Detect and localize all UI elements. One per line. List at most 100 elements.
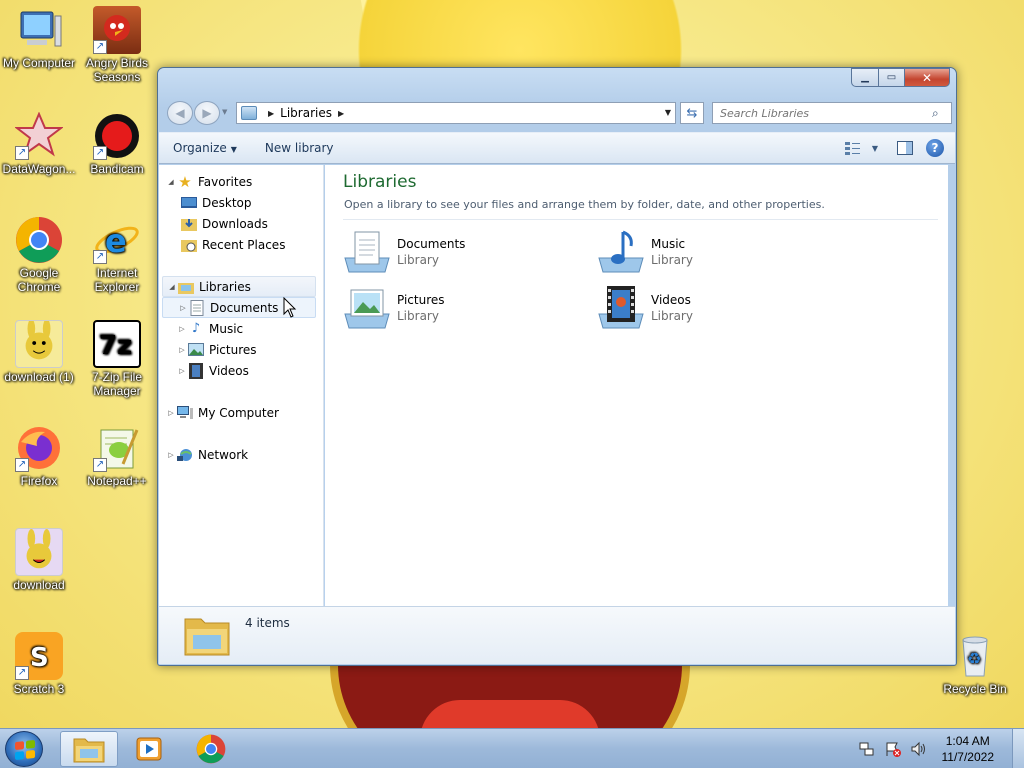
expand-arrow-icon[interactable]: ▷	[176, 346, 188, 354]
svg-text:7z: 7z	[99, 331, 132, 361]
volume-icon[interactable]	[911, 741, 927, 757]
action-center-flag-icon[interactable]	[885, 741, 901, 757]
desktop-icon-download-1[interactable]: download (1)	[0, 319, 78, 384]
refresh-button[interactable]: ⇆	[680, 102, 704, 124]
expand-arrow-icon[interactable]: ▷	[177, 304, 189, 312]
taskbar-explorer-button[interactable]	[60, 731, 118, 767]
desktop-icon-notepadpp[interactable]: ↗ Notepad++	[78, 424, 156, 488]
library-pictures[interactable]: Pictures Library	[343, 283, 573, 333]
tree-item-videos[interactable]: ▷ Videos	[162, 360, 316, 381]
maximize-button[interactable]: ▭	[879, 68, 905, 87]
chrome-icon	[196, 734, 226, 764]
angry-birds-icon: ↗	[93, 6, 141, 54]
tree-item-my-computer[interactable]: ▷ My Computer	[159, 402, 319, 423]
back-arrow-icon: ◀	[175, 106, 185, 120]
shortcut-arrow-icon: ↗	[15, 666, 29, 680]
taskbar: 1:04 AM 11/7/2022	[0, 728, 1024, 768]
show-desktop-button[interactable]	[1012, 729, 1024, 768]
desktop-icon-7zip[interactable]: 7z 7-Zip File Manager	[78, 320, 156, 398]
desktop-icon-bandicam[interactable]: ↗ Bandicam	[78, 112, 156, 176]
desktop-icon-my-computer[interactable]: My Computer	[0, 6, 78, 70]
collapse-arrow-icon[interactable]: ◢	[165, 178, 177, 186]
documents-library-icon	[343, 228, 391, 276]
library-music[interactable]: Music Library	[597, 227, 827, 277]
change-view-button[interactable]	[843, 139, 863, 157]
tree-item-desktop[interactable]: Desktop	[181, 192, 319, 213]
recent-pages-dropdown[interactable]: ▼	[222, 108, 230, 116]
libraries-icon	[241, 106, 257, 120]
address-dropdown-icon[interactable]: ▼	[665, 108, 671, 117]
desktop-icon-internet-explorer[interactable]: e ↗ Internet Explorer	[78, 216, 156, 294]
image-file-icon	[15, 528, 63, 576]
desktop-icon-download[interactable]: download	[0, 528, 78, 592]
desktop-icon-scratch[interactable]: S ↗ Scratch 3	[0, 632, 78, 696]
svg-text:e: e	[105, 222, 127, 260]
datawagon-icon: ↗	[14, 111, 64, 160]
search-box[interactable]: ⌕	[712, 102, 952, 124]
desktop-icon-datawagon[interactable]: ↗ DataWagon...	[0, 111, 78, 176]
tree-item-music[interactable]: ▷ ♪ Music	[162, 318, 316, 339]
explorer-window: ▁ ▭ ✕ ◀ ▶ ▼ ▶ Libraries ▶ ▼ ⇆ ⌕ Organize…	[157, 67, 957, 666]
explorer-icon	[73, 738, 105, 763]
libraries-icon	[178, 279, 194, 295]
svg-text:S: S	[30, 643, 49, 673]
new-library-button[interactable]: New library	[251, 141, 348, 155]
svg-text:♻: ♻	[967, 649, 981, 668]
address-bar[interactable]: ▶ Libraries ▶ ▼	[236, 102, 676, 124]
taskbar-chrome-button[interactable]	[182, 731, 240, 767]
videos-library-icon	[597, 284, 645, 332]
taskbar-media-player-button[interactable]	[120, 731, 178, 767]
expand-arrow-icon[interactable]: ▷	[176, 367, 188, 375]
collapse-arrow-icon[interactable]: ◢	[166, 283, 178, 291]
tree-item-network[interactable]: ▷ Network	[159, 444, 319, 465]
breadcrumb-chevron-icon[interactable]: ▶	[268, 109, 274, 118]
breadcrumb-chevron-icon[interactable]: ▶	[338, 109, 344, 118]
tree-item-favorites[interactable]: ◢ ★ Favorites	[159, 171, 319, 192]
back-button[interactable]: ◀	[167, 101, 193, 125]
music-icon: ♪	[191, 321, 201, 336]
firefox-icon: ↗	[15, 424, 63, 472]
view-options-dropdown-icon[interactable]: ▼	[865, 139, 885, 157]
videos-icon	[188, 362, 204, 379]
media-player-icon	[136, 737, 162, 761]
caption-buttons: ▁ ▭ ✕	[851, 68, 950, 87]
start-button[interactable]	[5, 731, 43, 767]
music-library-icon	[597, 228, 645, 276]
search-icon[interactable]: ⌕	[932, 106, 946, 120]
desktop-icon-chrome[interactable]: Google Chrome	[0, 216, 78, 294]
forward-arrow-icon: ▶	[202, 106, 212, 120]
pictures-icon	[188, 342, 204, 358]
clock[interactable]: 1:04 AM 11/7/2022	[942, 733, 995, 765]
network-status-icon[interactable]	[859, 741, 875, 757]
pictures-library-icon	[343, 284, 391, 332]
chrome-icon	[15, 216, 63, 264]
desktop-icon-angry-birds[interactable]: ↗ Angry Birds Seasons	[78, 6, 156, 84]
library-videos[interactable]: Videos Library	[597, 283, 827, 333]
page-title: Libraries	[343, 172, 417, 192]
desktop-icon-firefox[interactable]: ↗ Firefox	[0, 424, 78, 488]
library-documents[interactable]: Documents Library	[343, 227, 573, 277]
expand-arrow-icon[interactable]: ▷	[176, 325, 188, 333]
network-icon	[177, 447, 193, 463]
minimize-button[interactable]: ▁	[851, 68, 879, 87]
item-count: 4 items	[245, 616, 290, 630]
preview-pane-icon	[897, 141, 913, 155]
organize-button[interactable]: Organize ▼	[159, 141, 251, 155]
help-button[interactable]: ?	[925, 139, 945, 157]
system-tray: 1:04 AM 11/7/2022	[854, 729, 1024, 768]
computer-icon	[15, 6, 63, 54]
tree-item-pictures[interactable]: ▷ Pictures	[162, 339, 316, 360]
chevron-down-icon: ▼	[230, 145, 237, 154]
tree-item-downloads[interactable]: Downloads	[181, 213, 319, 234]
tree-item-recent-places[interactable]: Recent Places	[181, 234, 319, 255]
search-input[interactable]	[713, 103, 923, 123]
breadcrumb-libraries[interactable]: Libraries	[280, 106, 332, 120]
expand-arrow-icon[interactable]: ▷	[165, 409, 177, 417]
tree-item-libraries[interactable]: ◢ Libraries	[162, 276, 316, 297]
expand-arrow-icon[interactable]: ▷	[165, 451, 177, 459]
ie-icon: e ↗	[93, 216, 141, 264]
shortcut-arrow-icon: ↗	[15, 458, 29, 472]
forward-button[interactable]: ▶	[194, 101, 220, 125]
close-button[interactable]: ✕	[905, 68, 950, 87]
preview-pane-button[interactable]	[895, 139, 915, 157]
